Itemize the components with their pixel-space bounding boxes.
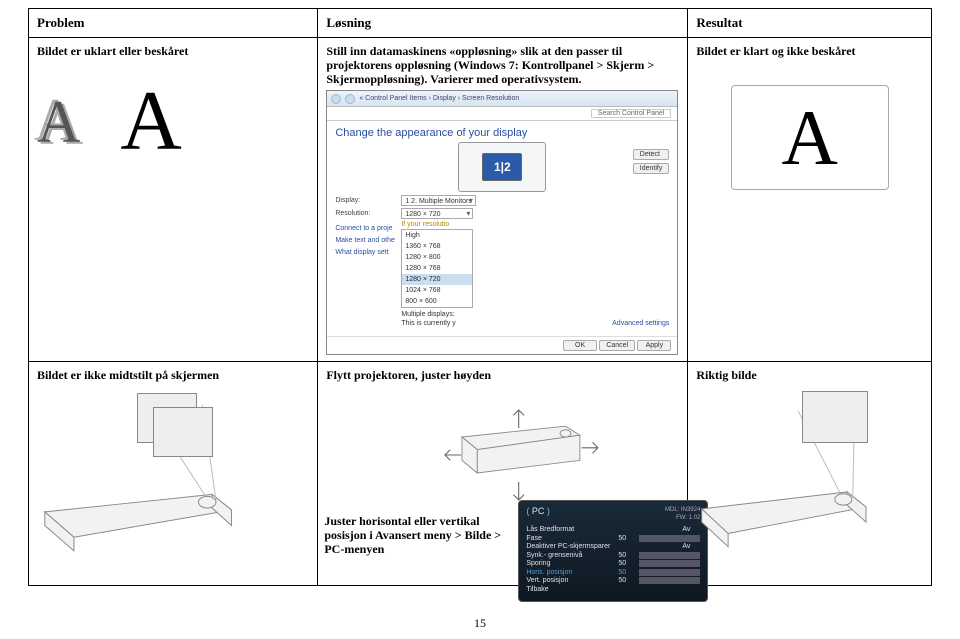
display-label: Display: bbox=[335, 197, 401, 204]
osd-row: Sporing50 bbox=[526, 560, 700, 567]
monitor-preview: 1|2 bbox=[458, 142, 546, 192]
row1-solution: Still inn datamaskinens «oppløsning» sli… bbox=[326, 44, 679, 86]
res-option[interactable]: High bbox=[402, 230, 472, 241]
blurry-letters-illustration: A A A A bbox=[37, 79, 309, 164]
breadcrumb-path: « Control Panel Items › Display › Screen… bbox=[359, 95, 519, 102]
resolution-dropdown[interactable]: 1280 × 720 bbox=[401, 208, 473, 219]
detect-button[interactable]: Detect bbox=[633, 149, 670, 160]
ok-button[interactable]: OK bbox=[563, 340, 597, 351]
header-problem: Problem bbox=[29, 9, 318, 38]
adjust-menu-text: Juster horisontal eller vertikal posisjo… bbox=[324, 514, 514, 556]
apply-button[interactable]: Apply bbox=[637, 340, 671, 351]
monitor-icon: 1|2 bbox=[482, 153, 522, 181]
correct-projector-illustration bbox=[696, 383, 923, 563]
header-result: Resultat bbox=[688, 9, 932, 38]
window-title: Change the appearance of your display bbox=[335, 127, 669, 139]
display-settings-link[interactable]: What display sett bbox=[335, 247, 399, 259]
row1-problem: Bildet er uklart eller beskåret bbox=[37, 44, 309, 59]
misaligned-projector-illustration bbox=[37, 383, 309, 563]
osd-row-selected: Horis. posisjon50 bbox=[526, 569, 700, 576]
res-option-selected[interactable]: 1280 × 720 bbox=[402, 274, 472, 285]
osd-row: Fase50 bbox=[526, 535, 700, 542]
res-option[interactable]: 1280 × 768 bbox=[402, 263, 472, 274]
osd-row: Deaktiver PC-skjermsparerAv bbox=[526, 543, 700, 550]
res-option[interactable]: 800 × 600 bbox=[402, 296, 472, 307]
header-solution: Løsning bbox=[318, 9, 688, 38]
row2-solution: Flytt projektoren, juster høyden bbox=[326, 368, 679, 383]
clear-a-projection: A bbox=[731, 85, 889, 190]
osd-back: Tilbake bbox=[526, 586, 700, 593]
osd-title: ( PC ) bbox=[526, 506, 550, 522]
screen-resolution-window: « Control Panel Items › Display › Screen… bbox=[326, 90, 678, 355]
multiple-displays-label: Multiple displays: bbox=[401, 311, 473, 318]
resolution-label: Resolution: bbox=[335, 210, 401, 217]
identify-button[interactable]: Identify bbox=[633, 163, 670, 174]
nav-back-icon[interactable] bbox=[331, 94, 341, 104]
search-field-label[interactable]: Search Control Panel bbox=[591, 109, 672, 118]
troubleshooting-table: Problem Løsning Resultat Bildet er uklar… bbox=[28, 8, 932, 586]
cropped-a-icon: A bbox=[120, 79, 181, 164]
page-number: 15 bbox=[0, 610, 960, 631]
text-size-link[interactable]: Make text and othe bbox=[335, 235, 399, 247]
sidebar-links: Connect to a proje Make text and othe Wh… bbox=[335, 223, 399, 327]
osd-row: Lås BredformatAv bbox=[526, 526, 700, 533]
advanced-settings-link[interactable]: Advanced settings bbox=[612, 320, 669, 327]
cancel-button[interactable]: Cancel bbox=[599, 340, 635, 351]
osd-row: Vert. posisjon50 bbox=[526, 577, 700, 584]
row1-result: Bildet er klart og ikke beskåret bbox=[696, 44, 923, 59]
res-option[interactable]: 1280 × 800 bbox=[402, 252, 472, 263]
res-option[interactable]: 1360 × 768 bbox=[402, 241, 472, 252]
display-dropdown[interactable]: 1 2. Multiple Monitors bbox=[401, 195, 476, 206]
res-option[interactable]: 1024 × 768 bbox=[402, 285, 472, 296]
row2-result: Riktig bilde bbox=[696, 368, 923, 383]
nav-forward-icon[interactable] bbox=[345, 94, 355, 104]
resolution-list[interactable]: High 1360 × 768 1280 × 800 1280 × 768 12… bbox=[401, 229, 473, 308]
window-titlebar: « Control Panel Items › Display › Screen… bbox=[327, 91, 677, 107]
osd-pc-menu: ( PC ) MDL: IN3924FW: 1.02 Lås Bredforma… bbox=[518, 500, 708, 602]
osd-row: Synk.- grensenivå50 bbox=[526, 552, 700, 559]
blurred-a-icon: A A A bbox=[37, 92, 80, 152]
row2-problem: Bildet er ikke midtstilt på skjermen bbox=[37, 368, 309, 383]
resolution-hint: If your resolutio bbox=[401, 221, 473, 228]
connect-projector-link[interactable]: Connect to a proje bbox=[335, 223, 399, 235]
currently-label: This is currently y bbox=[401, 320, 473, 327]
